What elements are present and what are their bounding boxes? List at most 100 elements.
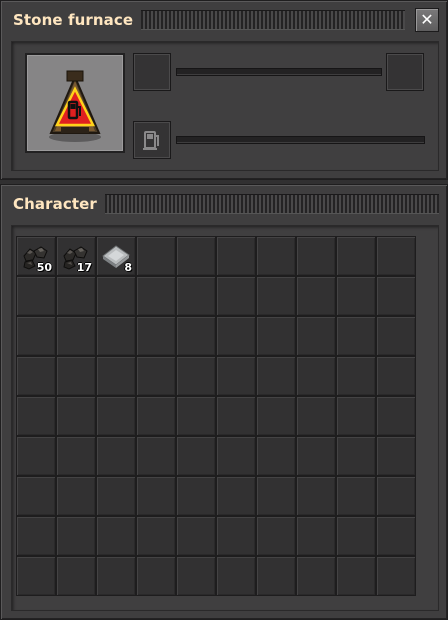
inventory-slot[interactable] [56,396,96,436]
furnace-titlebar[interactable]: Stone furnace ✕ [9,7,439,33]
inventory-slot[interactable] [256,396,296,436]
inventory-slot[interactable] [376,556,416,596]
inventory-slot[interactable] [56,316,96,356]
inventory-slot[interactable] [256,356,296,396]
inventory-slot[interactable] [256,476,296,516]
inventory-slot[interactable] [136,476,176,516]
inventory-slot[interactable] [376,276,416,316]
result-slot[interactable] [386,53,424,91]
inventory-slot[interactable] [96,396,136,436]
inventory-slot[interactable] [16,556,56,596]
inventory-slot[interactable] [56,476,96,516]
inventory-slot[interactable] [16,476,56,516]
inventory-slot[interactable] [96,356,136,396]
inventory-slot[interactable]: 8 [96,236,136,276]
inventory-slot[interactable] [376,396,416,436]
character-title: Character [13,195,97,213]
inventory-slot[interactable] [296,236,336,276]
inventory-slot[interactable] [96,476,136,516]
character-titlebar[interactable]: Character [9,191,439,217]
inventory-slot[interactable] [176,556,216,596]
inventory-slot[interactable] [136,236,176,276]
close-button[interactable]: ✕ [415,8,439,32]
inventory-slot[interactable] [16,356,56,396]
inventory-slot[interactable] [96,316,136,356]
inventory-slot[interactable] [296,356,336,396]
inventory-slot[interactable] [136,436,176,476]
inventory-slot[interactable] [16,276,56,316]
inventory-slot[interactable]: 50 [16,236,56,276]
inventory-slot[interactable] [296,556,336,596]
inventory-slot[interactable] [176,396,216,436]
inventory-slot[interactable] [376,356,416,396]
inventory-slot[interactable] [176,236,216,276]
inventory-slot[interactable] [216,276,256,316]
inventory-slot[interactable] [216,356,256,396]
inventory-slot[interactable] [96,276,136,316]
inventory-slot[interactable] [296,276,336,316]
inventory-slot[interactable] [176,476,216,516]
inventory-slot[interactable] [336,476,376,516]
inventory-slot[interactable] [336,316,376,356]
inventory-slot[interactable] [56,276,96,316]
inventory-slot[interactable] [256,556,296,596]
inventory-slot[interactable] [16,436,56,476]
inventory-slot[interactable] [296,436,336,476]
inventory-slot[interactable] [376,516,416,556]
inventory-slot[interactable] [256,276,296,316]
inventory-slot[interactable] [216,436,256,476]
inventory-slot[interactable] [376,236,416,276]
inventory-slot[interactable] [216,396,256,436]
inventory-slot[interactable] [176,276,216,316]
inventory-slot[interactable] [16,316,56,356]
inventory-slot[interactable] [176,316,216,356]
inventory-slot[interactable] [136,516,176,556]
inventory-slot[interactable] [296,476,336,516]
inventory-slot[interactable] [296,396,336,436]
drag-handle[interactable] [141,10,405,30]
fuel-slot[interactable] [133,121,171,159]
entity-preview[interactable] [25,53,125,153]
inventory-slot[interactable] [216,316,256,356]
inventory-slot[interactable] [216,556,256,596]
inventory-slot[interactable] [336,436,376,476]
inventory-slot[interactable] [56,436,96,476]
inventory-slot[interactable] [336,556,376,596]
inventory-slot[interactable] [136,316,176,356]
inventory-slot[interactable] [96,556,136,596]
inventory-slot[interactable] [336,236,376,276]
inventory-slot[interactable] [136,356,176,396]
inventory-slot[interactable] [56,356,96,396]
inventory-slot[interactable] [296,316,336,356]
inventory-slot[interactable] [176,356,216,396]
inventory-slot[interactable] [256,516,296,556]
inventory-slot[interactable] [336,356,376,396]
inventory-slot[interactable] [256,316,296,356]
inventory-slot[interactable] [216,476,256,516]
inventory-slot[interactable] [16,516,56,556]
inventory-slot[interactable] [336,516,376,556]
inventory-slot[interactable] [216,236,256,276]
inventory-slot[interactable] [296,516,336,556]
inventory-slot[interactable] [216,516,256,556]
inventory-slot[interactable] [376,316,416,356]
inventory-slot[interactable] [256,436,296,476]
inventory-slot[interactable] [16,396,56,436]
source-slot[interactable] [133,53,171,91]
inventory-slot[interactable]: 17 [56,236,96,276]
inventory-slot[interactable] [376,436,416,476]
inventory-slot[interactable] [96,516,136,556]
inventory-slot[interactable] [56,516,96,556]
inventory-slot[interactable] [376,476,416,516]
inventory-slot[interactable] [176,436,216,476]
inventory-slot[interactable] [256,236,296,276]
inventory-slot[interactable] [336,396,376,436]
inventory-slot[interactable] [136,276,176,316]
inventory-slot[interactable] [136,556,176,596]
inventory-slot[interactable] [136,396,176,436]
drag-handle[interactable] [104,194,439,214]
inventory-slot[interactable] [336,276,376,316]
inventory-slot[interactable] [96,436,136,476]
inventory-slot[interactable] [176,516,216,556]
inventory-slot[interactable] [56,556,96,596]
